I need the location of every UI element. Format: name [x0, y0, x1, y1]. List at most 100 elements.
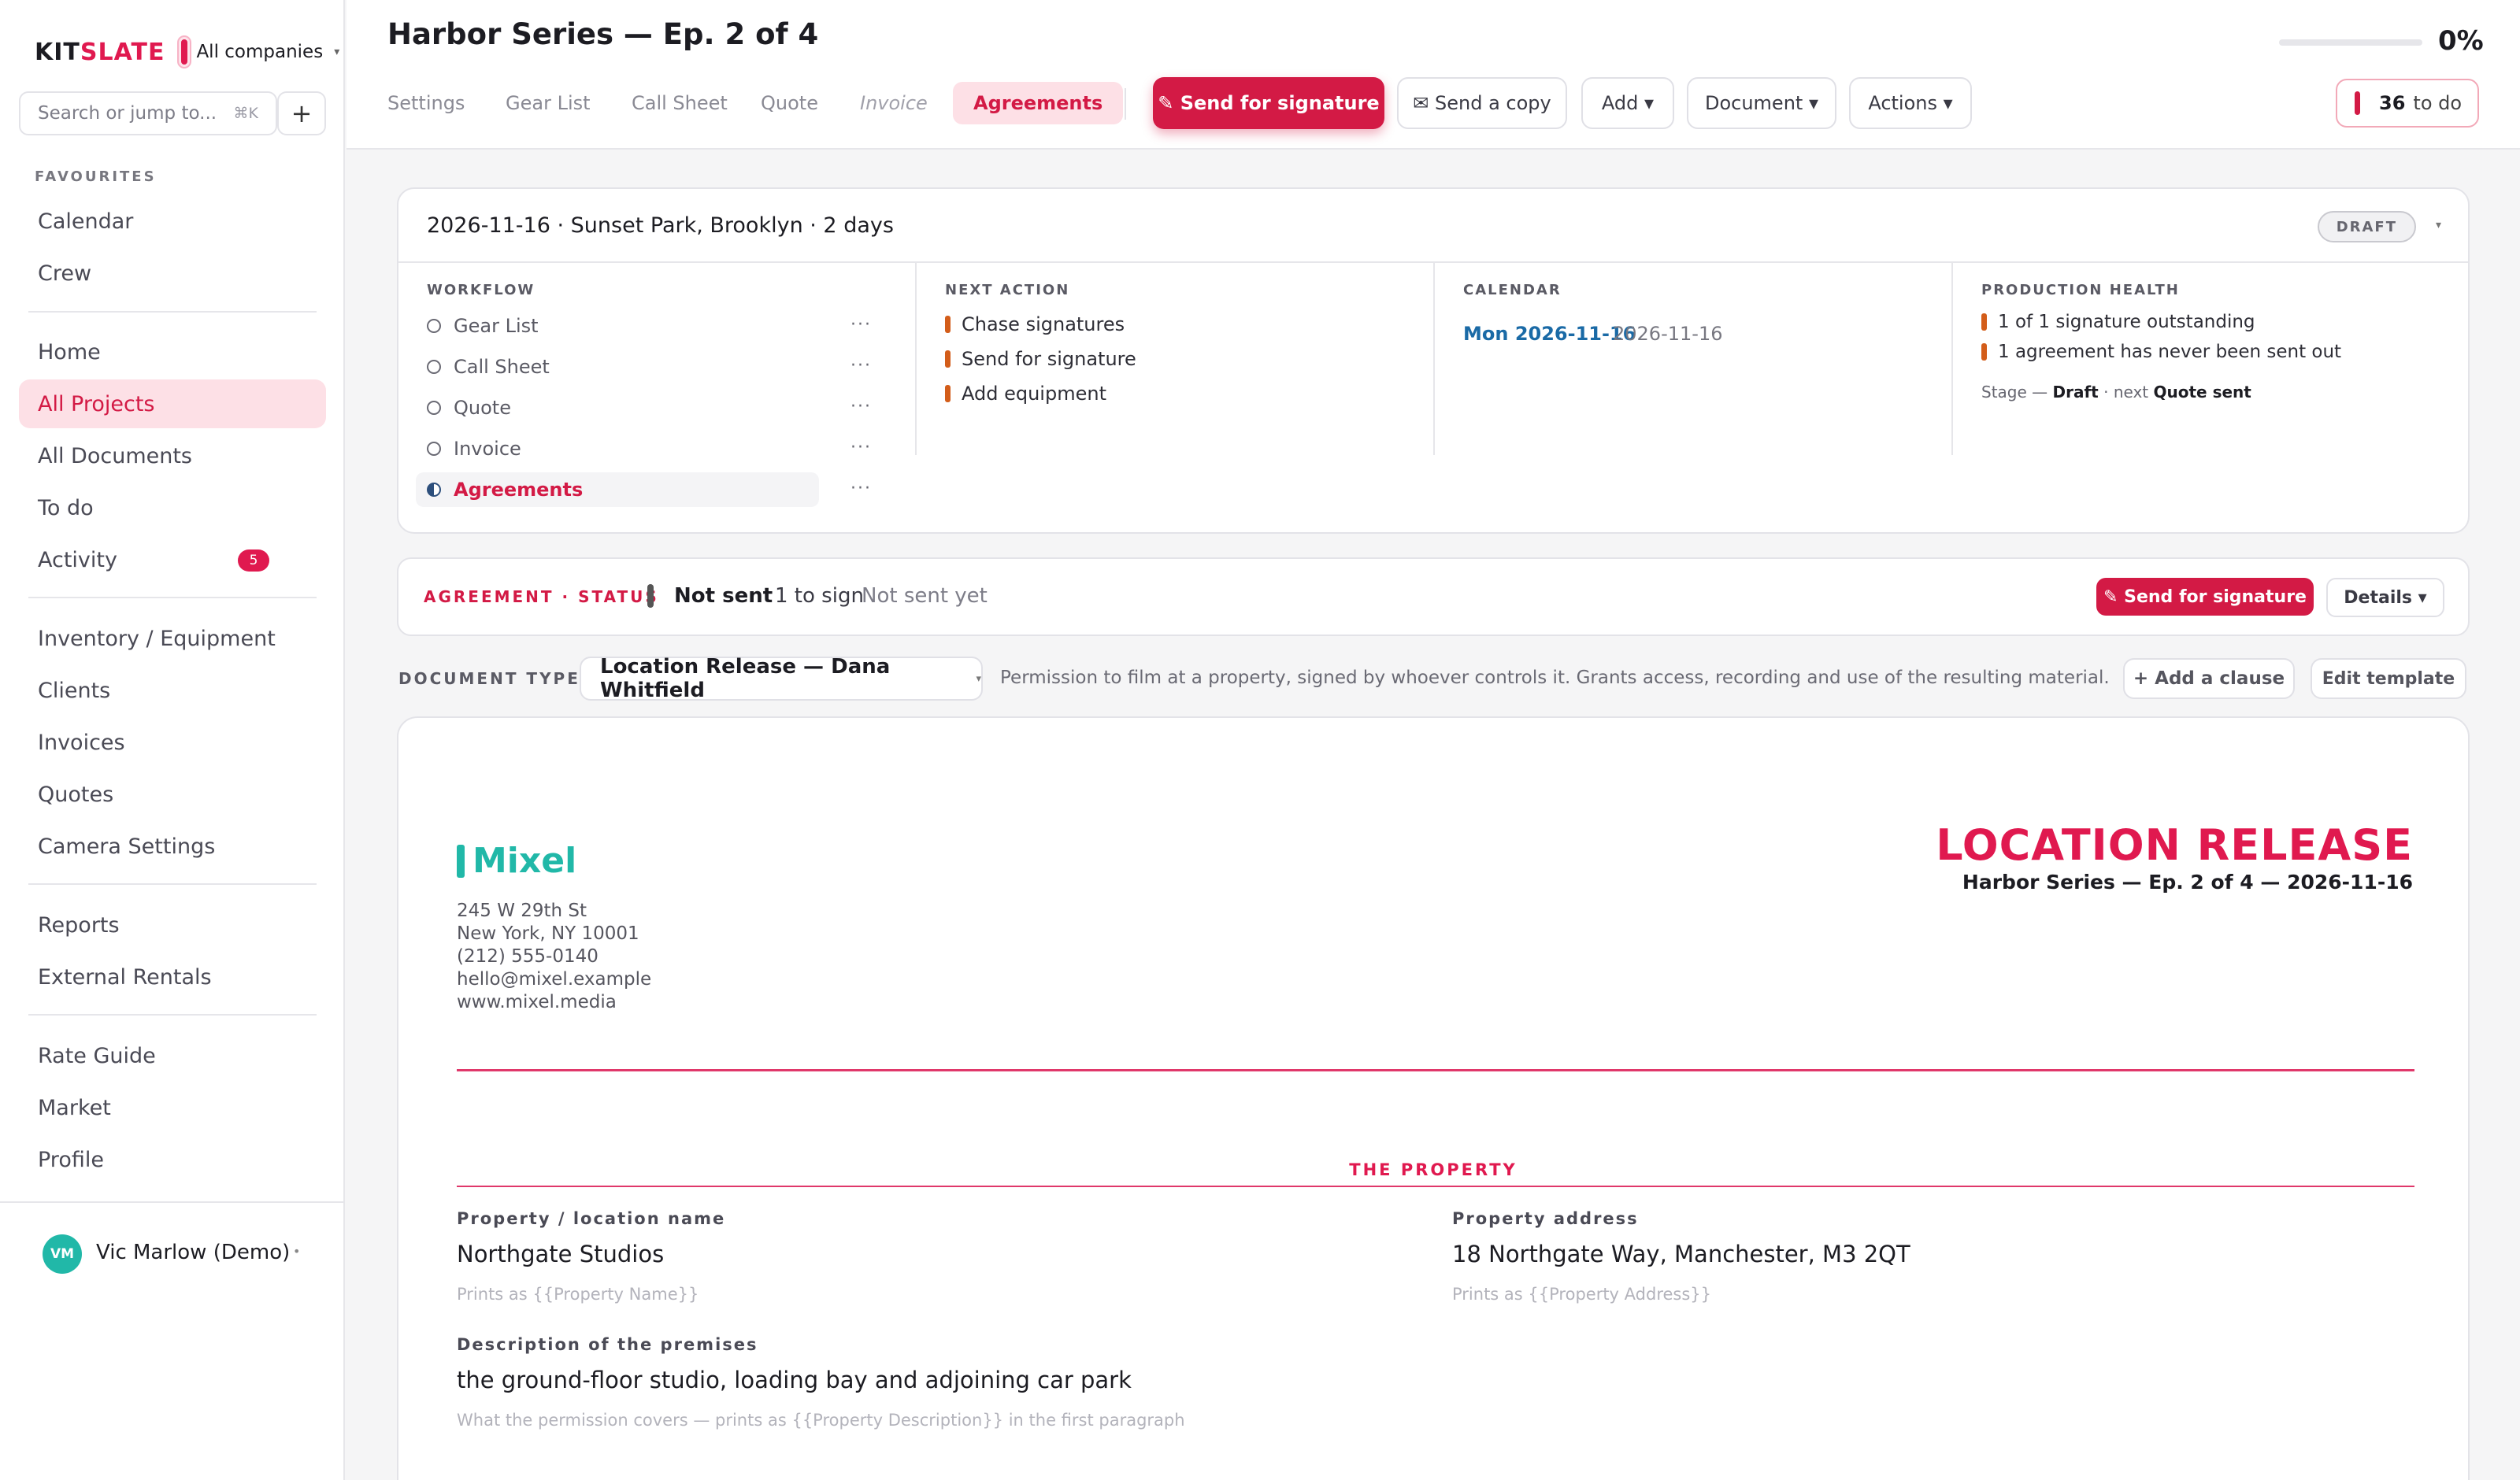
more-icon[interactable]: ··· [850, 397, 872, 416]
more-icon[interactable]: ··· [850, 479, 872, 498]
project-overview-card: 2026-11-16 · Sunset Park, Brooklyn · 2 d… [397, 187, 2470, 534]
premises-description-label: Description of the premises [457, 1335, 758, 1354]
calendar-date: 2026-11-16 [1613, 323, 1723, 345]
sidebar-item-all-documents[interactable]: All Documents [19, 431, 326, 480]
new-item-button[interactable]: + [277, 91, 326, 135]
sidebar-item-camera-settings[interactable]: Camera Settings [19, 822, 326, 871]
document-type-description: Permission to film at a property, signed… [1000, 668, 2110, 688]
tab-gear-list[interactable]: Gear List [485, 82, 611, 124]
next-action-item[interactable]: Add equipment [945, 383, 1106, 405]
sent-note: Not sent yet [862, 584, 988, 608]
agreement-status-label: AGREEMENT · STATUS [424, 587, 659, 606]
sidebar-item-profile[interactable]: Profile [19, 1135, 326, 1184]
document-type-value: Location Release — Dana Whitfield [600, 655, 891, 702]
more-icon[interactable]: ··· [850, 315, 872, 335]
search-shortcut: ⌘K [233, 105, 258, 122]
property-name-hint: Prints as {{Property Name}} [457, 1285, 699, 1304]
warning-bar-icon [945, 316, 951, 333]
chevron-down-icon[interactable]: ▾ [2436, 219, 2441, 231]
agreement-send-for-signature-button[interactable]: ✎ Send for signature [2096, 578, 2314, 616]
document-subtitle: Harbor Series — Ep. 2 of 4 — 2026-11-16 [1962, 871, 2413, 894]
status-badge[interactable]: DRAFT [2317, 211, 2416, 242]
document-preview: Mixel 245 W 29th St New York, NY 10001 (… [397, 716, 2470, 1480]
agreement-status-bar: AGREEMENT · STATUS Not sent 1 to sign No… [397, 557, 2470, 636]
production-health-column: PRODUCTION HEALTH 1 of 1 signature outst… [1953, 263, 2470, 455]
workflow-item-agreements[interactable]: Agreements [416, 472, 819, 507]
circle-icon [427, 401, 441, 415]
sidebar-item-activity[interactable]: Activity 5 [19, 535, 326, 584]
document-menu-button[interactable]: Document ▾ [1687, 77, 1836, 129]
todo-label: to do [2413, 92, 2463, 114]
property-name-label: Property / location name [457, 1209, 726, 1228]
sidebar-divider [28, 1014, 317, 1016]
avatar[interactable]: VM [43, 1234, 82, 1274]
tab-quote[interactable]: Quote [740, 82, 839, 124]
health-item-label: 1 agreement has never been sent out [1998, 342, 2342, 362]
sidebar-item-external-rentals[interactable]: External Rentals [19, 953, 326, 1001]
section-title: THE PROPERTY [1349, 1160, 1518, 1179]
workflow-item-invoice[interactable]: Invoice [416, 431, 841, 466]
sidebar-item-quotes[interactable]: Quotes [19, 770, 326, 819]
sidebar-item-calendar[interactable]: Calendar [19, 197, 326, 246]
signers-count: 1 to sign [775, 584, 864, 608]
tab-invoice[interactable]: Invoice [839, 82, 948, 124]
tab-agreements[interactable]: Agreements [953, 82, 1124, 124]
brand-company-switcher[interactable]: KIT SLATE All companies ▾ [35, 35, 339, 69]
sidebar-item-reports[interactable]: Reports [19, 901, 326, 949]
logo-text: Mixel [472, 841, 577, 881]
search-placeholder: Search or jump to... [38, 103, 217, 124]
workflow-item-quote[interactable]: Quote [416, 390, 841, 425]
company-website: www.mixel.media [457, 992, 617, 1012]
details-button[interactable]: Details ▾ [2326, 578, 2444, 617]
sidebar-item-home[interactable]: Home [19, 327, 326, 376]
user-name[interactable]: Vic Marlow (Demo) [96, 1241, 290, 1264]
health-item: 1 of 1 signature outstanding [1981, 312, 2255, 332]
workflow-item-label: Call Sheet [454, 356, 550, 378]
document-type-select[interactable]: Location Release — Dana Whitfield ▾ [580, 655, 983, 702]
activity-count-badge: 5 [238, 549, 269, 572]
document-type-label: DOCUMENT TYPE [398, 669, 580, 688]
next-action-label-text: Send for signature [962, 348, 1136, 370]
project-summary: 2026-11-16 · Sunset Park, Brooklyn · 2 d… [398, 189, 2468, 263]
warning-bar-icon [1981, 313, 1987, 331]
sidebar-item-inventory[interactable]: Inventory / Equipment [19, 614, 326, 663]
send-for-signature-button[interactable]: ✎ Send for signature [1153, 77, 1384, 129]
sidebar-item-market[interactable]: Market [19, 1083, 326, 1132]
add-clause-button[interactable]: + Add a clause [2123, 658, 2295, 699]
sidebar-item-all-projects[interactable]: All Projects [19, 379, 326, 428]
property-name-field[interactable]: Northgate Studios [457, 1241, 664, 1267]
premises-description-field[interactable]: the ground-floor studio, loading bay and… [457, 1367, 1132, 1393]
sidebar-item-rate-guide[interactable]: Rate Guide [19, 1031, 326, 1080]
progress-bar [2279, 39, 2422, 46]
sidebar-item-clients[interactable]: Clients [19, 666, 326, 715]
search-input[interactable]: Search or jump to... ⌘K [19, 91, 277, 135]
actions-menu-button[interactable]: Actions ▾ [1849, 77, 1972, 129]
tab-settings[interactable]: Settings [367, 82, 485, 124]
property-address-field[interactable]: 18 Northgate Way, Manchester, M3 2QT [1452, 1241, 1910, 1267]
circle-icon [427, 319, 441, 333]
more-icon[interactable]: ··· [850, 438, 872, 457]
user-menu-icon[interactable]: • [293, 1244, 300, 1259]
next-action-item[interactable]: Chase signatures [945, 313, 1125, 335]
workflow-item-gear-list[interactable]: Gear List [416, 309, 841, 343]
sidebar-item-invoices[interactable]: Invoices [19, 718, 326, 767]
stage-info: Stage — Draft · next Quote sent [1981, 383, 2251, 401]
add-menu-button[interactable]: Add ▾ [1581, 77, 1674, 129]
more-icon[interactable]: ··· [850, 356, 872, 376]
workflow-item-call-sheet[interactable]: Call Sheet [416, 350, 841, 384]
tab-call-sheet[interactable]: Call Sheet [611, 82, 748, 124]
sidebar-item-crew[interactable]: Crew [19, 249, 326, 298]
brand-logo-kit: KIT [35, 38, 80, 66]
favourites-label: FAVOURITES [35, 168, 157, 185]
sidebar-item-todo[interactable]: To do [19, 483, 326, 532]
edit-template-button[interactable]: Edit template [2311, 658, 2466, 699]
half-circle-icon [427, 483, 441, 497]
send-copy-button[interactable]: ✉ Send a copy [1397, 77, 1567, 129]
sidebar-divider [28, 597, 317, 598]
todo-counter-button[interactable]: 36 to do [2336, 79, 2479, 128]
calendar-day-link[interactable]: Mon 2026-11-16 [1463, 323, 1636, 345]
sidebar-divider [28, 311, 317, 313]
next-action-item[interactable]: Send for signature [945, 348, 1136, 370]
calendar-label: CALENDAR [1463, 282, 1562, 298]
project-summary-text: 2026-11-16 · Sunset Park, Brooklyn · 2 d… [427, 213, 894, 238]
